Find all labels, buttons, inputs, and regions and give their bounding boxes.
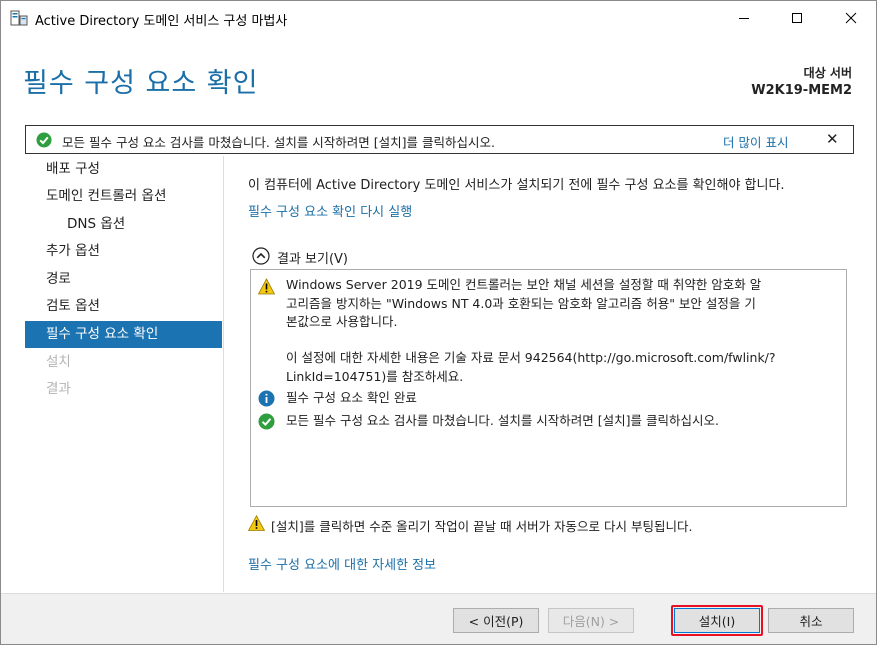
cancel-button[interactable]: 취소 [768, 608, 854, 633]
nav-item-dns-options[interactable]: DNS 옵션 [25, 211, 222, 238]
detail-line-2: LinkId=104751)를 참조하세요. [286, 369, 464, 384]
page-title: 필수 구성 요소 확인 [23, 68, 259, 99]
wizard-window: Active Directory 도메인 서비스 구성 마법사 필수 구성 요소… [0, 0, 877, 645]
reboot-warning-text: [설치]를 클릭하면 수준 올리기 작업이 끝날 때 서버가 자동으로 다시 부… [271, 519, 693, 534]
server-manager-app-icon [10, 10, 28, 26]
warning-line-2: 고리즘을 방지하는 "Windows NT 4.0과 호환되는 암호화 알고리즘… [286, 296, 756, 311]
nav-item-additional-options[interactable]: 추가 옵션 [25, 238, 222, 265]
intro-text: 이 컴퓨터에 Active Directory 도메인 서비스가 설치되기 전에… [248, 178, 785, 193]
close-window-button[interactable] [828, 1, 874, 35]
minimize-button[interactable] [721, 1, 767, 35]
results-panel[interactable]: Windows Server 2019 도메인 컨트롤러는 보안 채널 세션을 … [250, 269, 847, 507]
nav-item-paths[interactable]: 경로 [25, 266, 222, 293]
warning-icon [258, 278, 275, 295]
maximize-icon [792, 13, 802, 23]
chevron-up-icon[interactable] [252, 247, 270, 265]
minimize-icon [739, 18, 749, 19]
nav-item-dc-options[interactable]: 도메인 컨트롤러 옵션 [25, 183, 222, 210]
nav-divider [223, 156, 224, 592]
nav-item-prerequisites-check[interactable]: 필수 구성 요소 확인 [25, 321, 222, 348]
wizard-footer: < 이전(P) 다음(N) > 설치(I) 취소 [1, 593, 876, 644]
info-icon [258, 390, 275, 407]
nav-item-deployment-config[interactable]: 배포 구성 [25, 156, 222, 183]
nav-item-results: 결과 [46, 381, 71, 397]
warning-line-3: 본값으로 사용합니다. [286, 314, 398, 329]
install-button[interactable]: 설치(I) [674, 608, 760, 633]
close-icon [845, 12, 857, 24]
notification-close-button[interactable]: ✕ [826, 130, 839, 148]
view-results-toggle[interactable]: 결과 보기(V) [277, 248, 348, 267]
success-line: 모든 필수 구성 요소 검사를 마쳤습니다. 설치를 시작하려면 [설치]를 클… [286, 413, 719, 428]
target-server-name: W2K19-MEM2 [751, 83, 852, 98]
show-more-link[interactable]: 더 많이 표시 [723, 132, 788, 151]
nav-item-installation: 설치 [46, 354, 71, 370]
success-check-icon [258, 413, 275, 430]
previous-button[interactable]: < 이전(P) [453, 608, 539, 633]
title-bar: Active Directory 도메인 서비스 구성 마법사 [1, 1, 876, 35]
notification-bar: 모든 필수 구성 요소 검사를 마쳤습니다. 설치를 시작하려면 [설치]를 클… [25, 125, 854, 154]
next-button: 다음(N) > [548, 608, 634, 633]
warning-line-1: Windows Server 2019 도메인 컨트롤러는 보안 채널 세션을 … [286, 277, 762, 292]
nav-item-review-options[interactable]: 검토 옵션 [25, 293, 222, 320]
info-line: 필수 구성 요소 확인 완료 [286, 390, 417, 405]
maximize-button[interactable] [774, 1, 820, 35]
more-prerequisites-info-link[interactable]: 필수 구성 요소에 대한 자세한 정보 [248, 554, 436, 573]
detail-line-1: 이 설정에 대한 자세한 내용은 기술 자료 문서 942564(http://… [286, 350, 776, 365]
rerun-prerequisites-link[interactable]: 필수 구성 요소 확인 다시 실행 [248, 201, 412, 220]
target-server-label: 대상 서버 [803, 66, 852, 80]
window-title: Active Directory 도메인 서비스 구성 마법사 [35, 14, 288, 29]
notification-text: 모든 필수 구성 요소 검사를 마쳤습니다. 설치를 시작하려면 [설치]를 클… [62, 135, 495, 150]
warning-icon [248, 515, 265, 531]
success-check-icon [36, 132, 52, 148]
